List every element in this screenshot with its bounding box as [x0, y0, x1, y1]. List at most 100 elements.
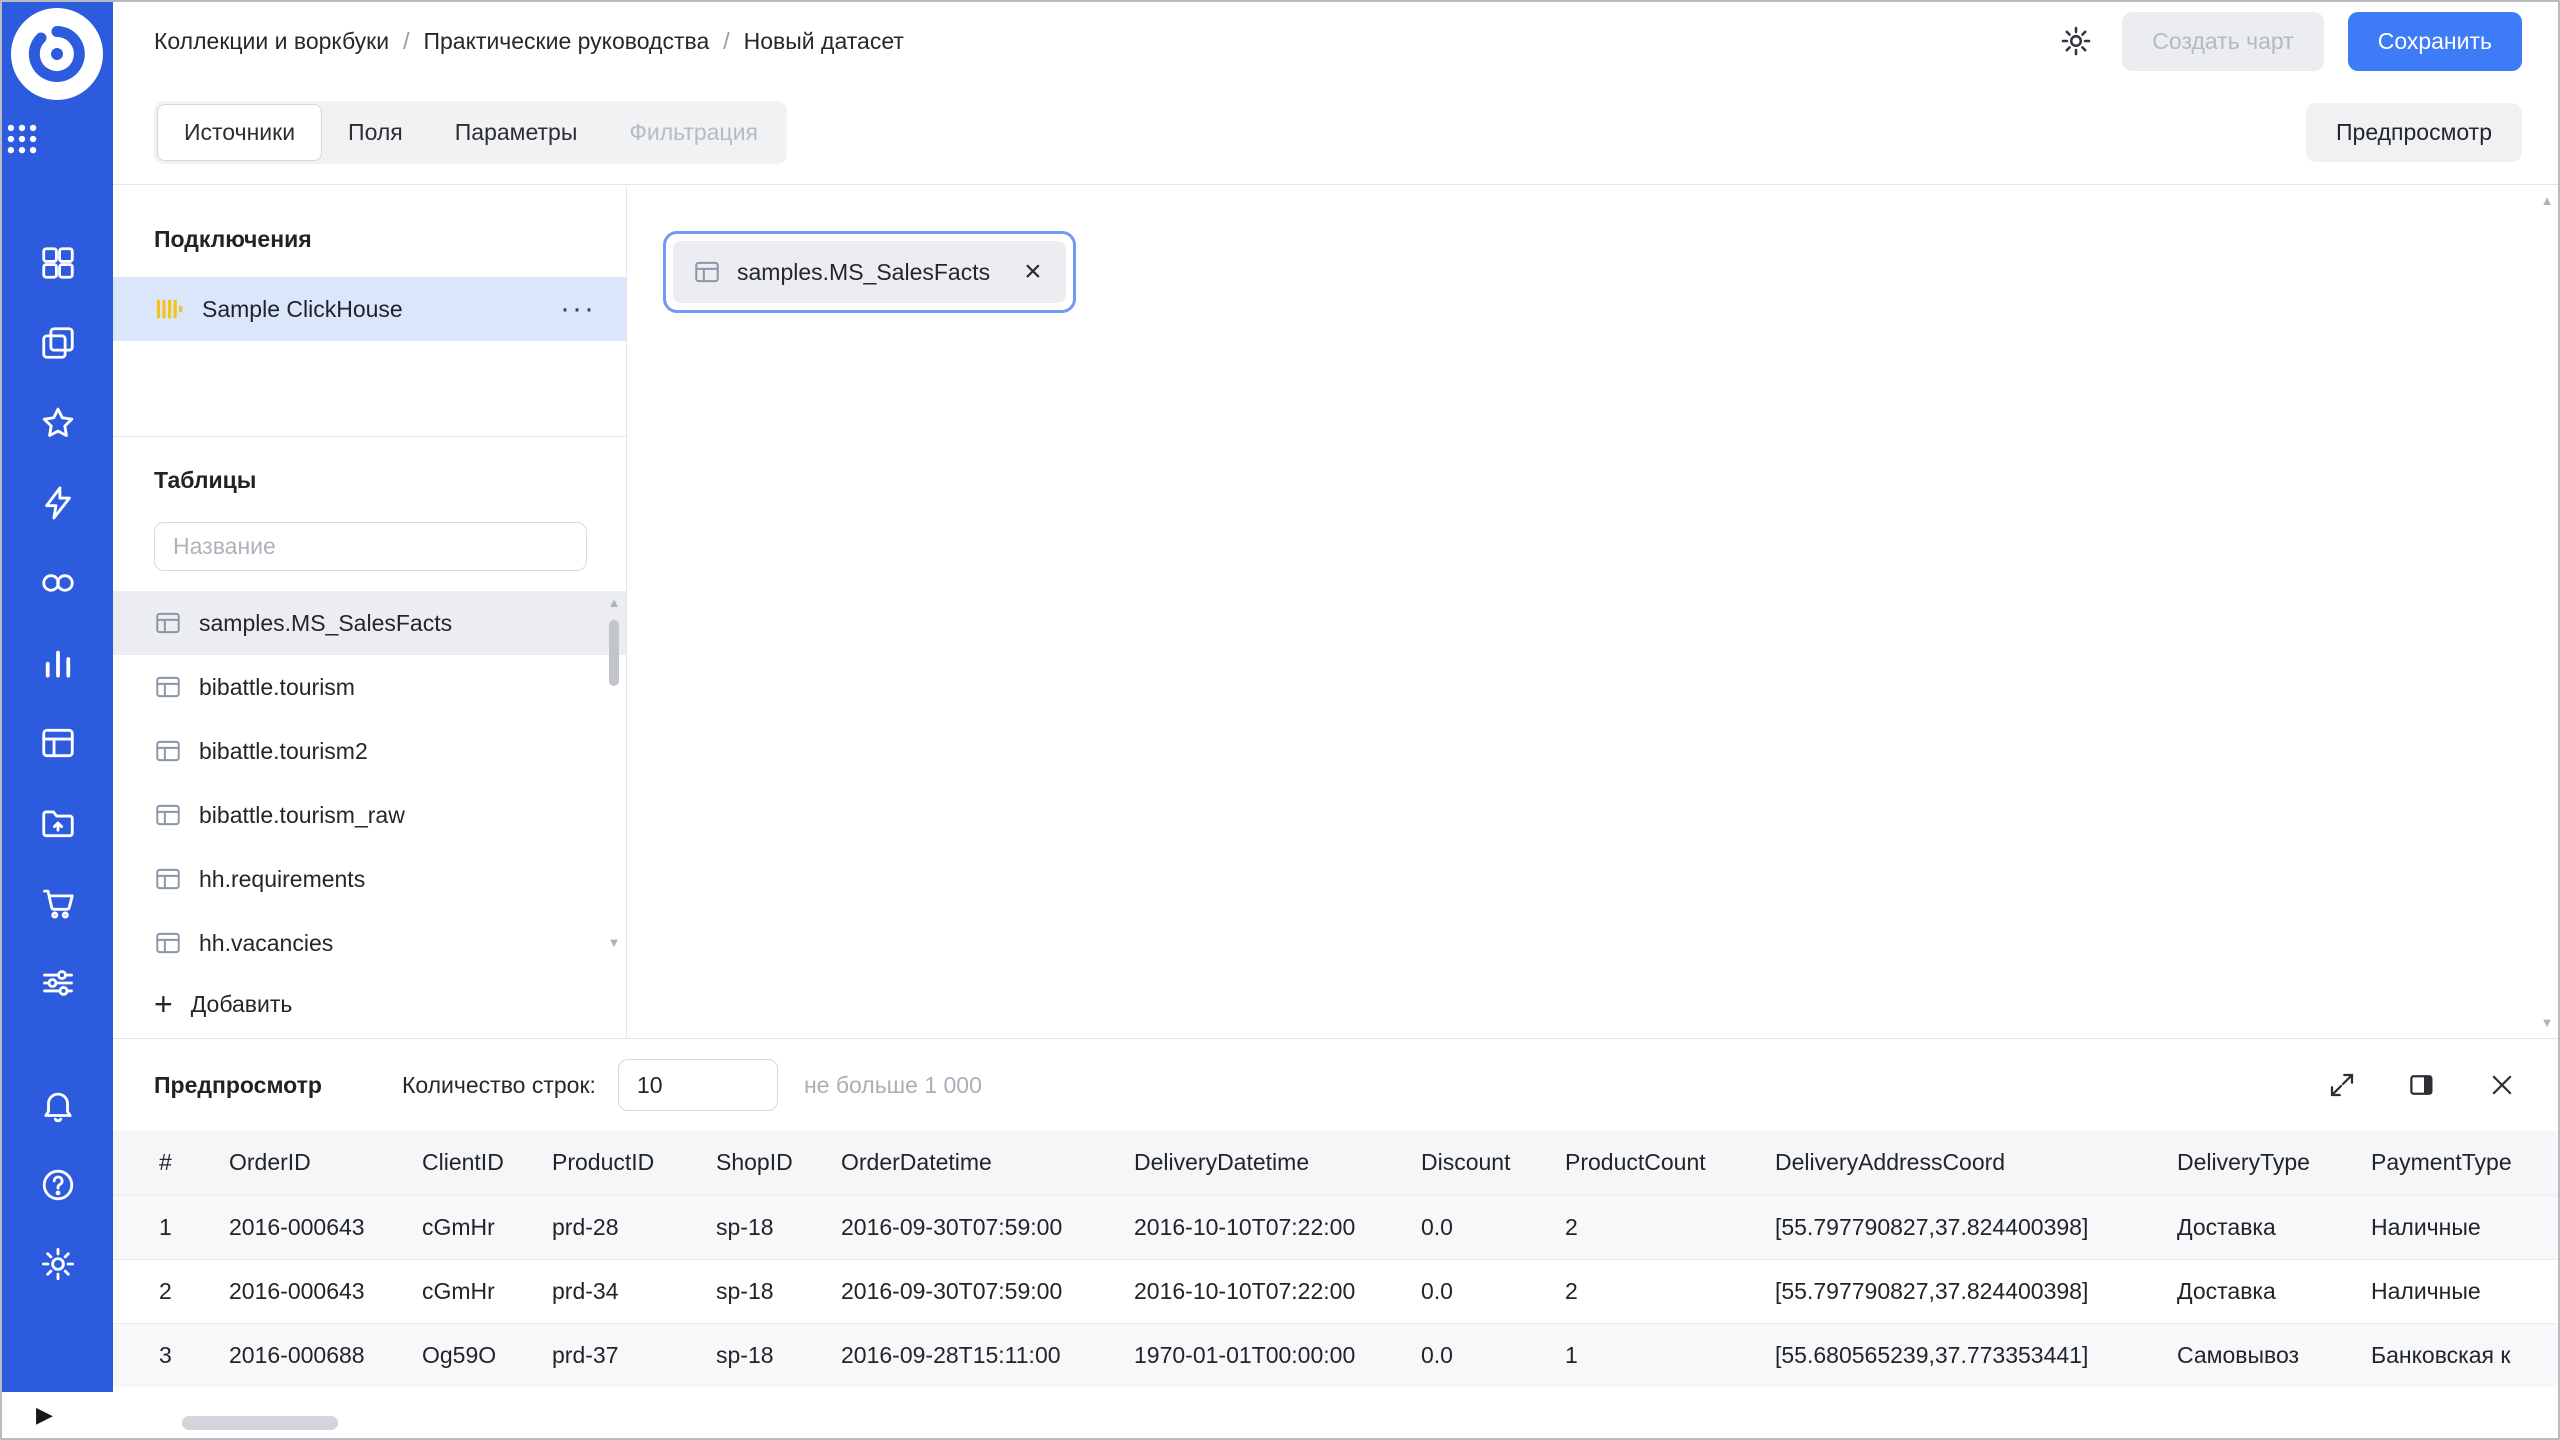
- settings-sliders-icon[interactable]: [38, 963, 78, 1003]
- favorites-star-icon[interactable]: [38, 403, 78, 443]
- column-header: OrderDatetime: [841, 1149, 992, 1176]
- table-list-item[interactable]: hh.requirements: [113, 847, 626, 911]
- tab-bar: Источники Поля Параметры Фильтрация: [154, 100, 787, 164]
- dashboards-icon[interactable]: [38, 243, 78, 283]
- tables-title: Таблицы: [154, 467, 257, 493]
- expand-icon[interactable]: [2324, 1067, 2360, 1103]
- table-name: bibattle.tourism_raw: [199, 801, 405, 828]
- table-cell: Og59O: [422, 1341, 497, 1368]
- table-cell: 0.0: [1421, 1277, 1453, 1304]
- row-count-label: Количество строк:: [401, 1071, 596, 1098]
- table-list-item[interactable]: bibattle.tourism: [113, 655, 626, 719]
- main-area: Коллекции и воркбуки / Практические руково…: [113, 2, 2558, 1438]
- table-icon: [154, 737, 182, 765]
- collapse-play-icon: ▶: [36, 1402, 53, 1427]
- breadcrumb-separator: /: [403, 27, 410, 54]
- tables-list-scrollbar[interactable]: ▲ ▼: [605, 594, 623, 952]
- connection-item[interactable]: Sample ClickHouse ···: [113, 277, 626, 341]
- top-actions: Создать чарт Сохранить: [2054, 11, 2522, 71]
- table-cell: Наличные: [2371, 1213, 2481, 1240]
- table-cell: cGmHr: [422, 1277, 495, 1304]
- marketplace-cart-icon[interactable]: [38, 883, 78, 923]
- table-icon: [154, 801, 182, 829]
- row-count-input[interactable]: [617, 1059, 778, 1111]
- files-folder-icon[interactable]: [38, 803, 78, 843]
- divider: [113, 436, 626, 437]
- table-cell: 0.0: [1421, 1341, 1453, 1368]
- datasets-table-icon[interactable]: [38, 723, 78, 763]
- close-icon[interactable]: [2484, 1067, 2520, 1103]
- scroll-track: [605, 612, 623, 934]
- apps-grid-icon[interactable]: [2, 119, 42, 159]
- table-row: 2 2016-000643 cGmHr prd-34 sp-18 2016-09-30T0…: [113, 1259, 2558, 1323]
- services-circles-icon[interactable]: [38, 563, 78, 603]
- more-options-icon[interactable]: ···: [560, 294, 596, 324]
- horizontal-scrollbar[interactable]: [182, 1416, 338, 1430]
- sidebar-collapse-button[interactable]: ▶: [2, 1392, 113, 1438]
- create-chart-button: Создать чарт: [2122, 11, 2324, 71]
- column-header: ProductID: [552, 1149, 655, 1176]
- table-cell: [55.797790827,37.824400398]: [1775, 1213, 2089, 1240]
- preview-toggle-button[interactable]: Предпросмотр: [2306, 102, 2522, 162]
- breadcrumb-separator: /: [723, 27, 730, 54]
- table-list-item[interactable]: bibattle.tourism_raw: [113, 783, 626, 847]
- charts-icon[interactable]: [38, 643, 78, 683]
- table-icon: [154, 609, 182, 637]
- preview-table: # OrderID ClientID ProductID ShopID OrderDate…: [113, 1131, 2558, 1387]
- table-cell: [55.797790827,37.824400398]: [1775, 1277, 2089, 1304]
- left-nav: ▶: [2, 2, 113, 1438]
- help-icon[interactable]: [38, 1165, 78, 1205]
- column-header: DeliveryAddressCoord: [1775, 1149, 2006, 1176]
- table-list-item[interactable]: samples.MS_SalesFacts: [113, 591, 626, 655]
- column-header: Discount: [1421, 1149, 1511, 1176]
- tab-item[interactable]: Параметры: [429, 104, 604, 161]
- save-button[interactable]: Сохранить: [2347, 11, 2522, 71]
- settings-gear-icon[interactable]: [2054, 19, 2098, 63]
- table-row: 1 2016-000643 cGmHr prd-28 sp-18 2016-09-30T0…: [113, 1195, 2558, 1259]
- workbooks-icon[interactable]: [38, 323, 78, 363]
- add-table-button[interactable]: + Добавить: [154, 974, 292, 1034]
- scroll-down-icon[interactable]: ▼: [2541, 1014, 2554, 1032]
- table-cell: 1: [1565, 1341, 1578, 1368]
- tab-item[interactable]: Поля: [322, 104, 429, 161]
- table-cell: 0.0: [1421, 1213, 1453, 1240]
- scroll-down-icon[interactable]: ▼: [608, 934, 621, 952]
- table-list-item[interactable]: bibattle.tourism2: [113, 719, 626, 783]
- app: ▶ Коллекции и воркбуки / Практические руко…: [0, 0, 2560, 1440]
- plus-icon: +: [154, 986, 173, 1022]
- table-search-input[interactable]: [154, 522, 587, 571]
- preview-title: Предпросмотр: [154, 1071, 322, 1098]
- notifications-bell-icon[interactable]: [38, 1086, 78, 1126]
- table-icon: [154, 929, 182, 957]
- table-list-item[interactable]: hh.vacancies: [113, 911, 626, 975]
- chip-table-name: samples.MS_SalesFacts: [737, 258, 991, 285]
- table-cell: prd-37: [552, 1341, 619, 1368]
- selected-table-chip[interactable]: samples.MS_SalesFacts ×: [663, 231, 1076, 313]
- nav-icons: [2, 243, 113, 1003]
- breadcrumb-item[interactable]: Практические руководства: [423, 28, 709, 55]
- column-header: PaymentType: [2371, 1149, 2512, 1176]
- tabs-bar: Источники Поля Параметры Фильтрация Предпро…: [113, 80, 2558, 185]
- breadcrumb-item[interactable]: Коллекции и воркбуки: [154, 28, 389, 55]
- add-table-label: Добавить: [190, 990, 293, 1017]
- table-name: bibattle.tourism: [199, 673, 355, 700]
- table-cell: prd-34: [552, 1277, 619, 1304]
- table-cell: Доставка: [2177, 1213, 2276, 1240]
- table-cell: Доставка: [2177, 1277, 2276, 1304]
- breadcrumb-item[interactable]: Новый датасет: [744, 28, 904, 55]
- split-view-icon[interactable]: [2404, 1067, 2440, 1103]
- gear-icon[interactable]: [38, 1244, 78, 1284]
- tab-item[interactable]: Источники: [157, 103, 323, 161]
- column-header: ClientID: [422, 1149, 504, 1176]
- table-cell: 1: [159, 1213, 172, 1240]
- column-header: OrderID: [229, 1149, 311, 1176]
- scroll-thumb[interactable]: [609, 620, 619, 686]
- chip-close-icon[interactable]: ×: [1024, 257, 1042, 287]
- scroll-up-icon[interactable]: ▲: [2541, 192, 2554, 210]
- scroll-up-icon[interactable]: ▲: [608, 594, 621, 612]
- datalens-logo-icon[interactable]: [11, 8, 103, 100]
- preview-header: Предпросмотр Количество строк: не больше…: [113, 1039, 2558, 1131]
- canvas-scrollbar[interactable]: ▲ ▼: [2538, 192, 2556, 1032]
- breadcrumb: Коллекции и воркбуки / Практические руково…: [154, 28, 904, 55]
- connections-bolt-icon[interactable]: [38, 483, 78, 523]
